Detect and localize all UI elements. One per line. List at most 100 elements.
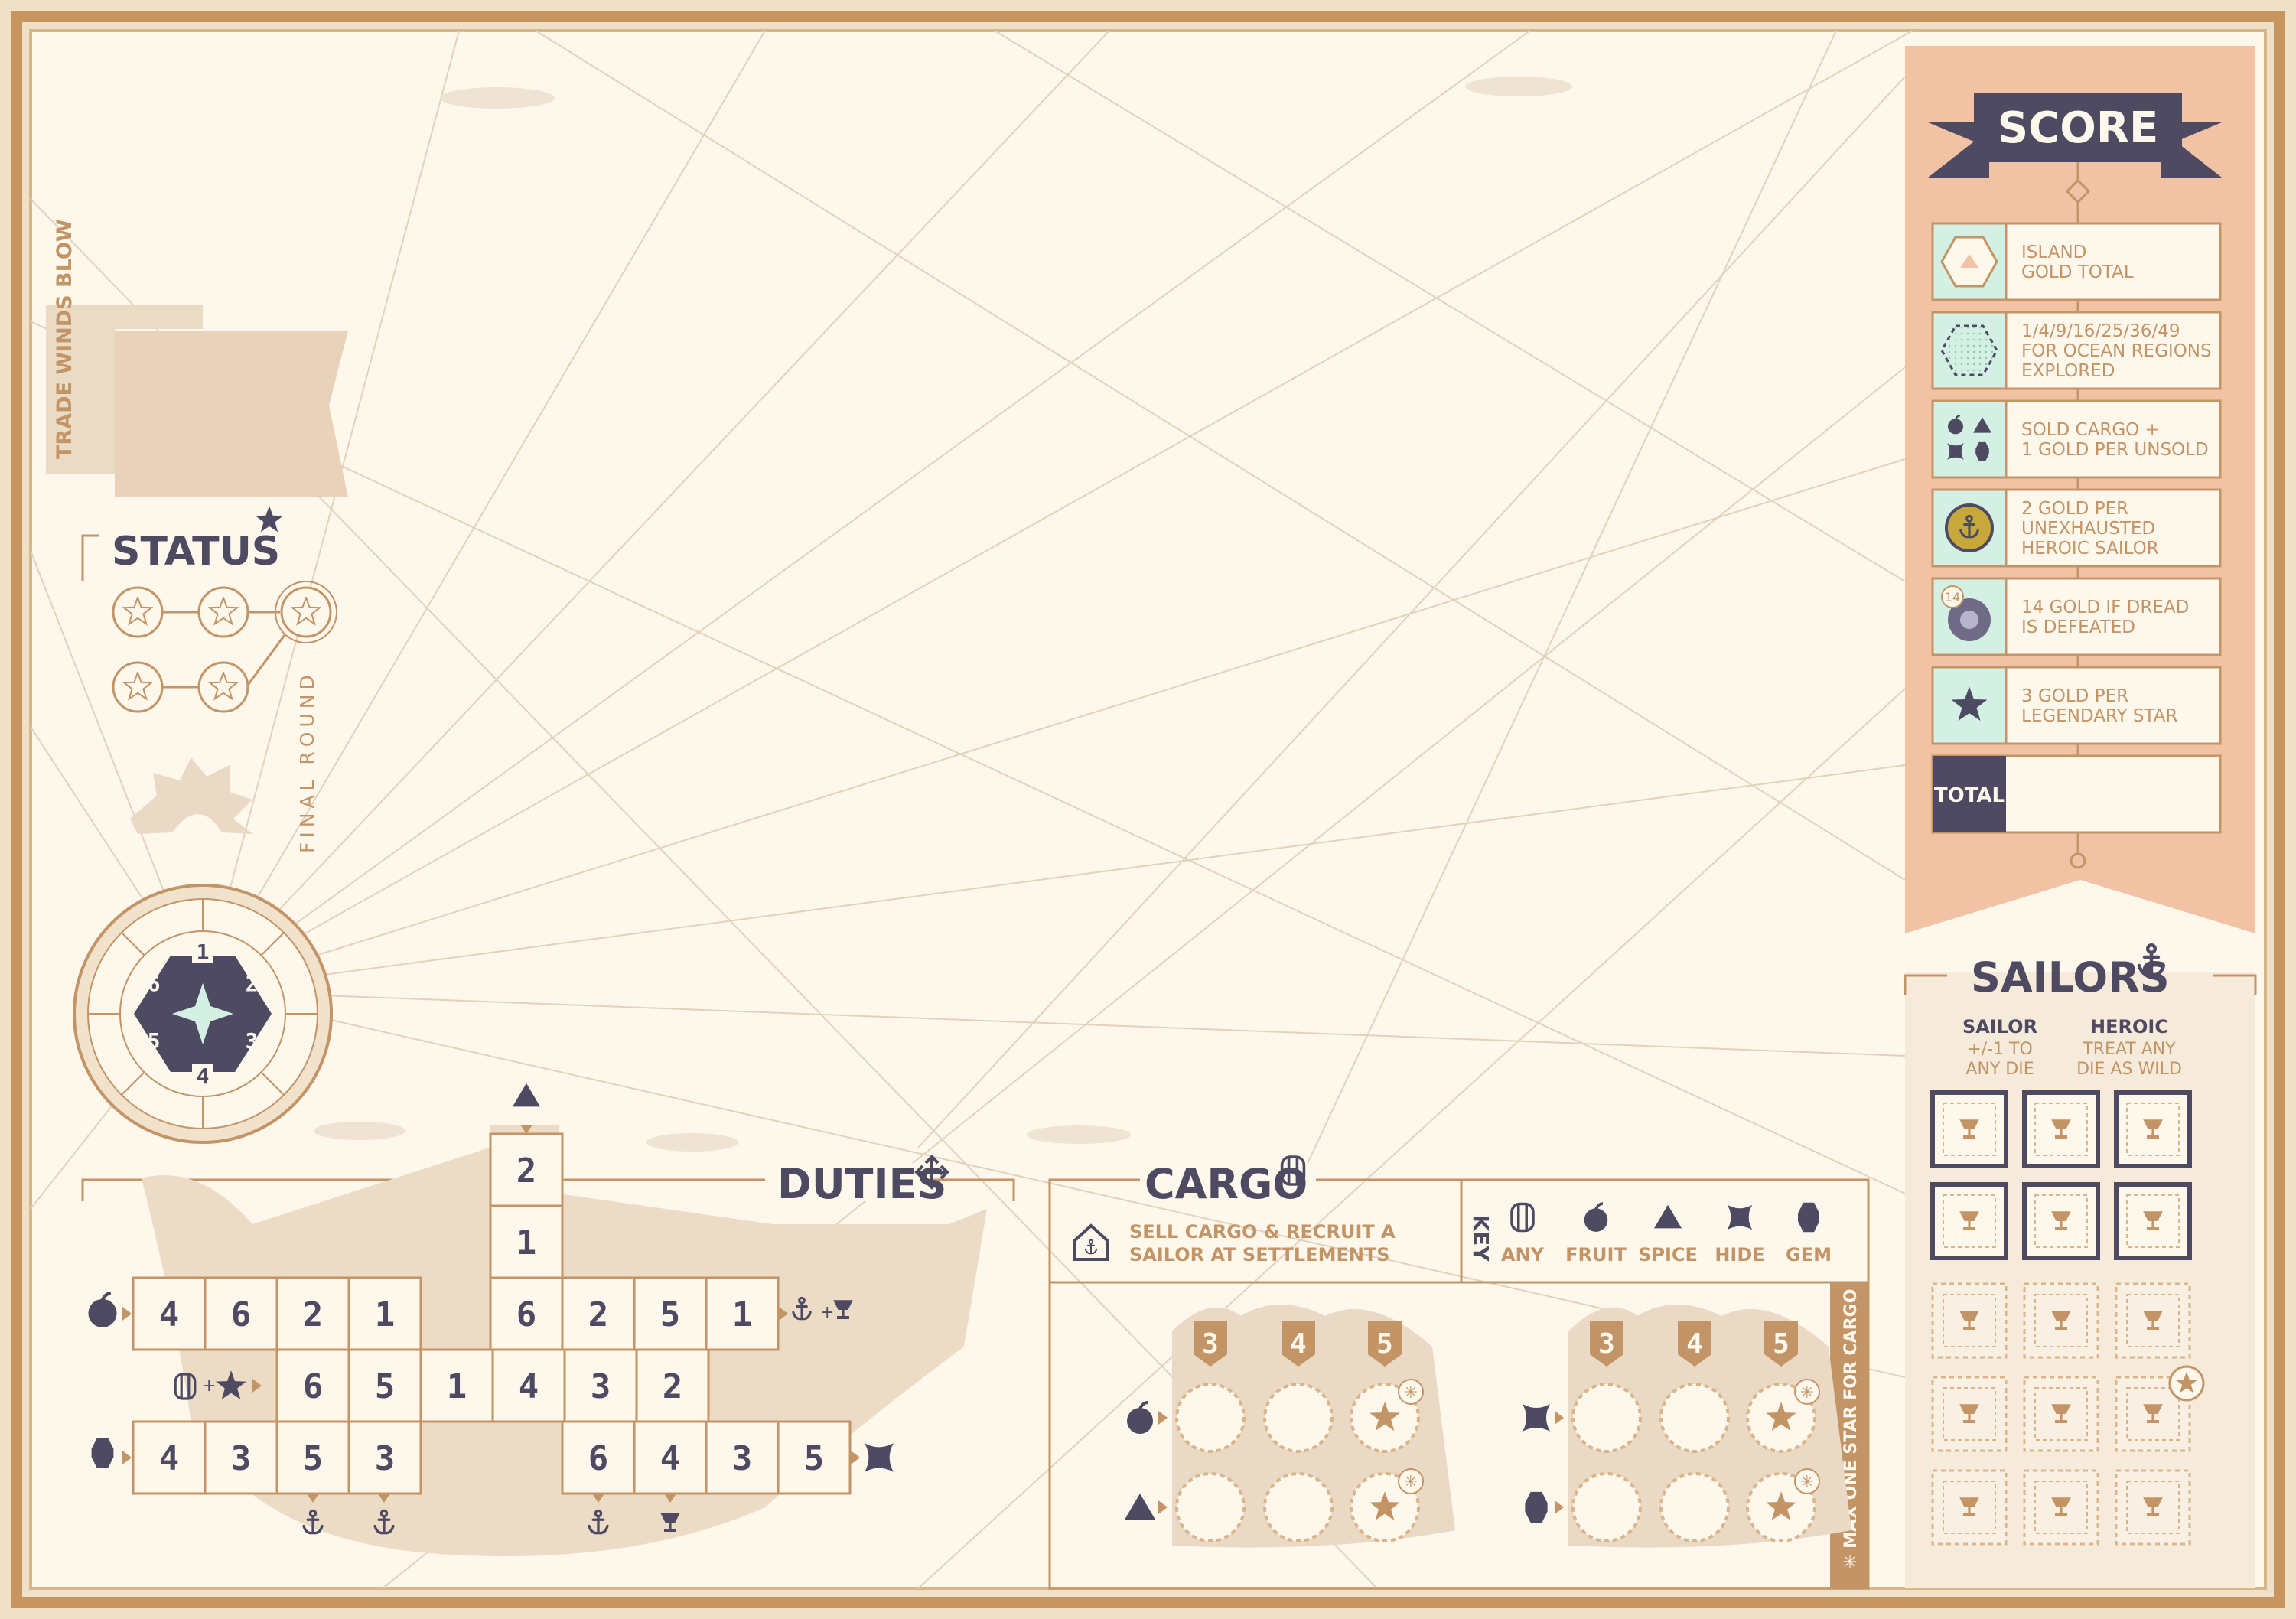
hide-icon xyxy=(865,1443,894,1472)
duty-cell[interactable]: 5 xyxy=(275,1420,350,1495)
gem-icon xyxy=(91,1438,114,1468)
sailors-title: SAILORS xyxy=(1971,953,2170,1002)
duty-cell[interactable]: 5 xyxy=(633,1276,708,1351)
price-value: 3 xyxy=(1202,1328,1219,1360)
duty-cell[interactable]: 1 xyxy=(419,1348,494,1423)
sailor-slot[interactable] xyxy=(2023,1282,2099,1359)
cargo-slot[interactable] xyxy=(1175,1383,1246,1453)
duty-cell[interactable]: 6 xyxy=(561,1420,636,1495)
asterisk-mark: ✳ xyxy=(1800,1473,1814,1492)
duty-cell[interactable]: 6 xyxy=(275,1348,350,1423)
duty-cell[interactable]: 6 xyxy=(204,1276,278,1351)
price-value: 4 xyxy=(1290,1328,1307,1360)
sailor-slot[interactable] xyxy=(2114,1182,2192,1260)
duty-cell[interactable]: 3 xyxy=(563,1348,638,1423)
score-total-row: TOTAL xyxy=(1931,754,2222,834)
status-space[interactable] xyxy=(112,586,164,638)
status-space[interactable] xyxy=(197,661,249,713)
cargo-slot[interactable] xyxy=(1571,1472,1642,1542)
cargo-slot[interactable] xyxy=(1659,1383,1730,1453)
sailor-slot[interactable] xyxy=(2115,1282,2191,1359)
sailor-slot[interactable] xyxy=(2115,1469,2191,1546)
duty-cell[interactable]: 4 xyxy=(132,1276,207,1351)
trade-winds-label: TRADE WINDS BLOW xyxy=(53,219,77,459)
duty-value: 1 xyxy=(732,1295,753,1334)
duty-cell[interactable]: 2 xyxy=(635,1348,710,1423)
plus-sign: + xyxy=(202,1376,216,1396)
asterisk-mark: ✳ xyxy=(1800,1383,1814,1402)
total-label: TOTAL xyxy=(1934,784,2005,807)
duty-cell[interactable]: 4 xyxy=(132,1420,207,1495)
compass-number: 6 xyxy=(148,971,161,996)
status-space-final[interactable] xyxy=(275,581,337,643)
cargo-slot[interactable] xyxy=(1571,1383,1642,1453)
compass-die: 1 2 3 4 5 6 xyxy=(73,884,333,1144)
cargo-slot[interactable] xyxy=(1263,1383,1334,1453)
sailor-slot[interactable] xyxy=(1931,1469,2008,1546)
compass-number: 2 xyxy=(246,971,259,996)
duty-cell[interactable]: 3 xyxy=(204,1420,278,1495)
duty-value: 4 xyxy=(159,1295,180,1334)
sailor-slot[interactable] xyxy=(2114,1090,2192,1168)
duty-cell[interactable]: 4 xyxy=(491,1348,566,1423)
duty-cell[interactable]: 5 xyxy=(347,1348,422,1423)
duty-cell[interactable]: 2 xyxy=(561,1276,636,1351)
cargo-key-label: FRUIT xyxy=(1565,1244,1627,1266)
sailor-slot[interactable] xyxy=(1930,1182,2008,1260)
status-space[interactable] xyxy=(197,586,249,638)
sailor-slot[interactable] xyxy=(2022,1090,2100,1168)
score-row: 3 GOLD PER LEGENDARY STAR xyxy=(1931,666,2222,745)
duty-value: 2 xyxy=(588,1295,609,1334)
total-score-field[interactable] xyxy=(2009,759,2217,829)
duty-value: 6 xyxy=(303,1367,324,1406)
cargo-slot[interactable] xyxy=(1659,1472,1730,1542)
duty-value: 5 xyxy=(375,1367,396,1406)
duty-value: 3 xyxy=(231,1439,252,1478)
sailor-slot[interactable] xyxy=(2022,1182,2100,1260)
duty-value: 6 xyxy=(588,1439,609,1478)
duty-cell[interactable]: 3 xyxy=(705,1420,780,1495)
duty-value: 1 xyxy=(516,1223,537,1262)
sailor-slot[interactable] xyxy=(2023,1376,2099,1452)
final-round-label: FINAL ROUND xyxy=(296,670,318,853)
duty-cell[interactable]: 6 xyxy=(489,1276,564,1351)
duty-mast-cell[interactable]: 2 xyxy=(489,1132,564,1207)
duty-cell[interactable]: 1 xyxy=(705,1276,780,1351)
cargo-slot[interactable] xyxy=(1263,1472,1334,1542)
cargo-slot[interactable] xyxy=(1175,1472,1246,1542)
sailor-slot[interactable] xyxy=(1931,1282,2008,1359)
compass-number: 5 xyxy=(148,1028,161,1054)
sailor-label: SAILOR xyxy=(1962,1016,2037,1038)
duty-value: 2 xyxy=(663,1367,683,1406)
duty-value: 1 xyxy=(375,1295,396,1334)
hide-icon xyxy=(1523,1404,1550,1432)
sailor-slot[interactable] xyxy=(2023,1469,2099,1546)
plus-sign: + xyxy=(820,1303,834,1322)
asterisk-mark: ✳ xyxy=(1404,1473,1418,1492)
compass-number: 3 xyxy=(246,1028,259,1054)
hide-icon xyxy=(1947,443,1964,460)
duty-value: 6 xyxy=(516,1295,537,1334)
duty-cell[interactable]: 2 xyxy=(275,1276,350,1351)
duty-cell[interactable]: 5 xyxy=(777,1420,852,1495)
duty-cell[interactable]: 1 xyxy=(347,1276,422,1351)
heroic-label: HEROIC xyxy=(2090,1016,2168,1038)
sailor-slot[interactable] xyxy=(1931,1376,2008,1452)
price-value: 3 xyxy=(1598,1328,1615,1360)
price-value: 5 xyxy=(1773,1328,1790,1360)
duty-cell[interactable]: 3 xyxy=(347,1420,422,1495)
score-row: 2 GOLD PER UNEXHAUSTED HEROIC SAILOR xyxy=(1931,488,2222,568)
cargo-key-label: HIDE xyxy=(1715,1244,1764,1266)
duty-value: 3 xyxy=(732,1439,753,1478)
cargo-ship: 3 4 5 ✳ ✳ xyxy=(1523,1305,1851,1548)
sailors-panel: SAILORS SAILOR HEROIC +/-1 TO ANY DIE TRE… xyxy=(1904,945,2257,1588)
status-space[interactable] xyxy=(112,661,164,713)
duty-value: 1 xyxy=(447,1367,467,1406)
duty-mast-cell[interactable]: 1 xyxy=(489,1204,564,1279)
duty-value: 5 xyxy=(804,1439,825,1478)
score-row: 1/4/9/16/25/36/49 FOR OCEAN REGIONS EXPLOR… xyxy=(1931,311,2222,390)
duty-cell[interactable]: 4 xyxy=(633,1420,708,1495)
sailor-slot[interactable] xyxy=(1930,1090,2008,1168)
cargo-ship: 3 4 5 ✳ ✳ xyxy=(1125,1305,1455,1548)
duty-value: 4 xyxy=(660,1439,681,1478)
